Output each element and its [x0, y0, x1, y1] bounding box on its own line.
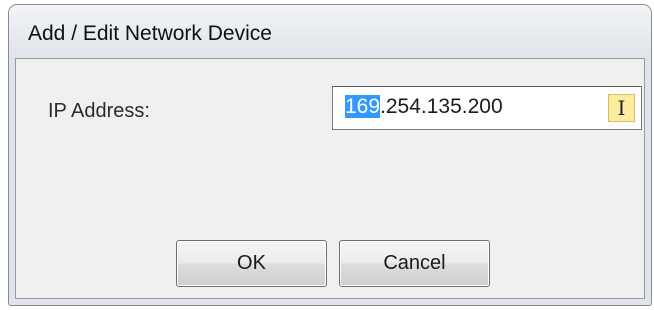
cancel-button[interactable]: Cancel: [339, 240, 490, 287]
dialog-window: Add / Edit Network Device IP Address: 16…: [8, 4, 652, 306]
window-title: Add / Edit Network Device: [28, 22, 272, 45]
ip-address-value: 169.254.135.200: [345, 95, 503, 119]
dialog-body: IP Address: 169.254.135.200 I OK Cancel: [15, 58, 645, 299]
ip-address-input[interactable]: 169.254.135.200 I: [332, 86, 642, 130]
ip-address-label: IP Address:: [48, 100, 150, 122]
ip-selected-octet: 169: [345, 95, 381, 118]
ok-button[interactable]: OK: [176, 240, 327, 287]
title-bar[interactable]: Add / Edit Network Device: [9, 5, 651, 59]
text-cursor-icon: I: [608, 94, 635, 122]
ip-remaining-octets: .254.135.200: [380, 95, 503, 118]
